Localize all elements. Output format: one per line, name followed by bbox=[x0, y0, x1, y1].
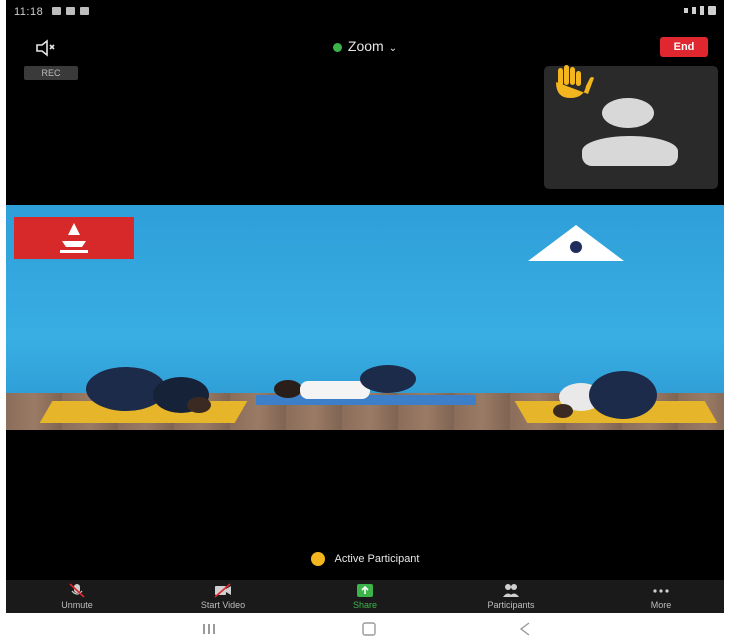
shared-video[interactable] bbox=[6, 205, 724, 430]
raised-hand-icon bbox=[310, 552, 325, 566]
participants-label: Participants bbox=[487, 600, 535, 610]
home-icon bbox=[362, 622, 376, 636]
share-screen-icon bbox=[357, 584, 373, 597]
share-button[interactable]: Share bbox=[320, 580, 410, 613]
video-off-icon bbox=[214, 583, 231, 598]
start-video-label: Start Video bbox=[200, 600, 246, 610]
logo-badge bbox=[14, 217, 134, 259]
meeting-toolbar: Unmute Start Video Share Participants Mo… bbox=[6, 580, 724, 613]
yoga-person bbox=[274, 365, 416, 399]
notification-icon bbox=[66, 7, 75, 15]
signal-icon bbox=[692, 7, 696, 14]
unmute-label: Unmute bbox=[61, 600, 93, 610]
end-meeting-button[interactable]: End bbox=[660, 37, 708, 57]
meeting-title[interactable]: Zoom ⌄ bbox=[6, 38, 724, 54]
avatar-body bbox=[582, 136, 678, 166]
notification-icons bbox=[52, 7, 89, 15]
zoom-meeting-screen: 11:18 Zoom ⌄ End REC Active Participant … bbox=[6, 0, 724, 613]
avatar-head bbox=[602, 98, 654, 128]
triangle-logo-icon bbox=[528, 225, 624, 261]
notification-icon bbox=[52, 7, 61, 15]
notification-icon bbox=[80, 7, 89, 15]
recent-apps-icon bbox=[203, 624, 215, 634]
back-button[interactable] bbox=[510, 621, 540, 637]
yoga-person bbox=[86, 367, 211, 413]
system-indicators bbox=[684, 6, 716, 15]
status-time: 11:18 bbox=[14, 6, 44, 18]
active-speaker-label: Active Participant bbox=[6, 552, 724, 566]
secure-icon bbox=[332, 42, 342, 52]
yoga-person bbox=[553, 371, 657, 419]
start-video-button[interactable]: Start Video bbox=[178, 580, 268, 613]
meeting-title-text: Zoom bbox=[347, 38, 384, 54]
more-button[interactable]: More bbox=[616, 580, 706, 613]
participants-button[interactable]: Participants bbox=[466, 580, 556, 613]
chevron-down-icon: ⌄ bbox=[388, 43, 398, 54]
home-button[interactable] bbox=[354, 621, 384, 637]
share-label: Share bbox=[352, 600, 378, 610]
battery-icon bbox=[708, 6, 716, 15]
signal-icon bbox=[700, 6, 704, 15]
signal-icon bbox=[684, 8, 688, 13]
more-label: More bbox=[650, 600, 672, 610]
recording-badge: REC bbox=[24, 66, 78, 80]
recent-apps-button[interactable] bbox=[194, 621, 224, 637]
status-bar: 11:18 bbox=[6, 0, 724, 24]
microphone-muted-icon bbox=[69, 583, 85, 598]
lotus-logo-icon bbox=[60, 223, 88, 253]
unmute-button[interactable]: Unmute bbox=[32, 580, 122, 613]
back-icon bbox=[519, 622, 530, 636]
android-nav-bar bbox=[0, 613, 730, 643]
active-speaker-name: Active Participant bbox=[334, 552, 420, 565]
participants-icon bbox=[503, 584, 519, 597]
more-icon bbox=[653, 589, 669, 593]
raised-hand-icon bbox=[556, 65, 594, 98]
